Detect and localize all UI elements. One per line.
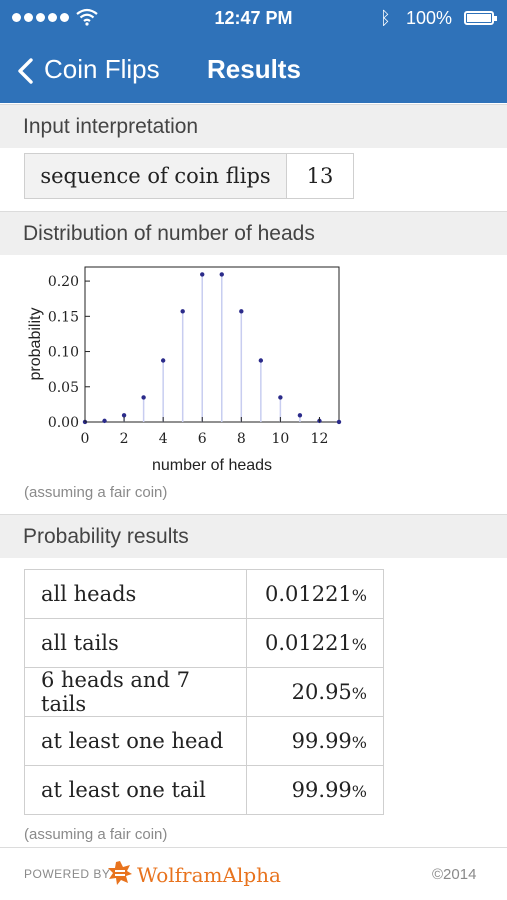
result-unit: % xyxy=(351,586,367,605)
data-point xyxy=(239,309,244,314)
result-unit: % xyxy=(351,733,367,752)
table-row: all tails 0.01221% xyxy=(24,618,384,668)
x-tick-label: 10 xyxy=(271,431,289,447)
x-tick-label: 2 xyxy=(120,431,129,447)
plot-frame xyxy=(84,266,340,423)
result-unit: % xyxy=(351,684,367,703)
table-row: at least one tail 99.99% xyxy=(24,765,384,815)
y-tick-label: 0.00 xyxy=(48,415,79,431)
x-tick-label: 8 xyxy=(237,431,246,447)
bluetooth-icon: ᛒ xyxy=(380,8,391,28)
data-point xyxy=(336,419,342,425)
result-value-cell: 99.99% xyxy=(246,716,384,766)
table-row: 6 heads and 7 tails 20.95% xyxy=(24,667,384,717)
data-point xyxy=(258,358,264,363)
input-interpretation-box: sequence of coin flips 13 xyxy=(24,153,354,199)
result-label: at least one head xyxy=(24,716,247,766)
probability-results-table: all heads 0.01221% all tails 0.01221% 6 … xyxy=(24,569,384,815)
table-row: at least one head 99.99% xyxy=(24,716,384,766)
y-tick-label: 0.05 xyxy=(48,380,79,396)
section-heading-probability: Probability results xyxy=(0,514,507,558)
chevron-left-icon[interactable] xyxy=(16,58,36,84)
table-row: all heads 0.01221% xyxy=(24,569,384,619)
section-heading-distribution: Distribution of number of heads xyxy=(0,211,507,255)
navigation-bar: Coin Flips Results xyxy=(0,44,507,96)
y-tick-label: 0.15 xyxy=(48,309,79,325)
result-label: at least one tail xyxy=(24,765,247,815)
data-point xyxy=(121,413,127,418)
wolframalpha-logo-icon[interactable] xyxy=(107,860,133,886)
data-point xyxy=(297,413,303,418)
data-point xyxy=(278,395,283,400)
result-value-cell: 20.95% xyxy=(246,667,384,717)
y-tick-label: 0.10 xyxy=(48,345,79,361)
wolframalpha-brand[interactable]: WolframAlpha xyxy=(137,863,281,887)
result-label: all tails xyxy=(24,618,247,668)
assumption-note: (assuming a fair coin) xyxy=(24,484,168,501)
data-point xyxy=(141,395,146,400)
app-header: 12:47 PM ᛒ 100% Coin Flips Results xyxy=(0,0,507,103)
battery-icon xyxy=(464,11,497,25)
x-axis-label: number of heads xyxy=(152,457,272,474)
x-tick-label: 4 xyxy=(159,431,168,447)
interpretation-value: 13 xyxy=(287,154,353,198)
result-label: all heads xyxy=(24,569,247,619)
data-point xyxy=(180,309,185,314)
battery-percentage: 100% xyxy=(406,8,453,28)
data-point xyxy=(102,418,107,424)
result-unit: % xyxy=(351,635,367,654)
page-title: Results xyxy=(207,54,301,84)
result-value: 99.99 xyxy=(291,729,352,753)
result-label: 6 heads and 7 tails xyxy=(24,667,247,717)
y-axis-label: probability xyxy=(27,308,44,381)
x-tick-label: 12 xyxy=(311,431,329,447)
result-value-cell: 0.01221% xyxy=(246,618,384,668)
result-value: 20.95 xyxy=(291,680,352,704)
section-heading-input: Input interpretation xyxy=(0,104,507,148)
y-tick-label: 0.20 xyxy=(48,274,79,290)
result-value-cell: 0.01221% xyxy=(246,569,384,619)
copyright-text: ©2014 xyxy=(432,866,477,883)
data-point xyxy=(160,358,166,363)
assumption-note: (assuming a fair coin) xyxy=(24,826,168,843)
data-point xyxy=(219,272,224,277)
result-value: 99.99 xyxy=(291,778,352,802)
status-bar: 12:47 PM ᛒ 100% xyxy=(0,0,507,36)
result-value: 0.01221 xyxy=(264,631,352,655)
back-button[interactable]: Coin Flips xyxy=(44,54,160,85)
result-unit: % xyxy=(351,782,367,801)
powered-by-label: POWERED BY xyxy=(24,867,111,881)
distribution-chart: 0 2 4 6 8 10 12 0.00 0.05 0.10 0.15 0.20 number of… xyxy=(27,266,342,474)
x-tick-label: 0 xyxy=(81,431,90,447)
footer-divider xyxy=(0,847,507,848)
result-value-cell: 99.99% xyxy=(246,765,384,815)
result-value: 0.01221 xyxy=(264,582,352,606)
data-point xyxy=(200,272,205,277)
x-tick-label: 6 xyxy=(198,431,207,447)
interpretation-key: sequence of coin flips xyxy=(25,154,287,198)
